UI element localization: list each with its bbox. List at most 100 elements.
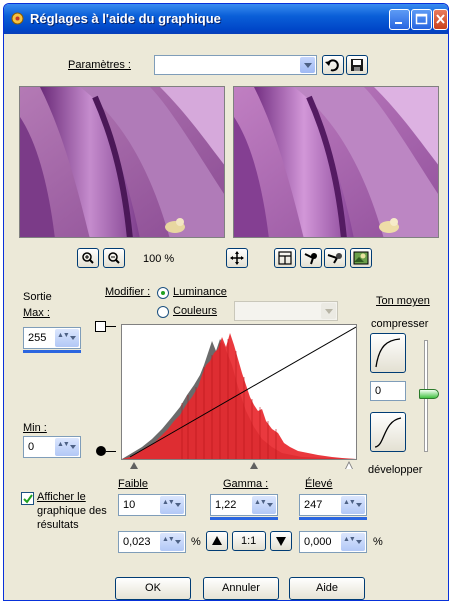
gamma-reset-button[interactable]: 1:1 bbox=[232, 531, 266, 551]
compress-label: compresser bbox=[371, 318, 429, 330]
compress-curve-icon bbox=[375, 338, 401, 368]
min-label: Min : bbox=[23, 422, 47, 434]
floppy-disk-icon bbox=[351, 59, 363, 71]
high-value: 247 bbox=[304, 499, 323, 511]
low-percent-arrows[interactable] bbox=[160, 533, 184, 551]
high-percent-sign: % bbox=[373, 536, 383, 548]
max-value: 255 bbox=[28, 332, 47, 344]
max-label: Max : bbox=[23, 307, 50, 319]
min-value: 0 bbox=[28, 441, 35, 453]
zoom-out-button[interactable] bbox=[103, 248, 125, 268]
gamma-input-slider[interactable] bbox=[250, 462, 258, 469]
high-label: Élevé bbox=[305, 478, 333, 490]
high-slider-fill bbox=[346, 463, 352, 469]
high-percent-value: 0,000 bbox=[304, 536, 332, 548]
close-button[interactable] bbox=[433, 9, 448, 30]
ratio-label: 1:1 bbox=[241, 535, 257, 547]
output-min-handle[interactable] bbox=[96, 446, 106, 456]
preview-original-image bbox=[20, 87, 224, 237]
close-icon bbox=[436, 14, 445, 24]
zoom-in-icon bbox=[82, 252, 94, 264]
max-spinner[interactable]: 255 bbox=[23, 327, 81, 349]
checkmark-icon bbox=[23, 494, 33, 504]
luminance-label[interactable]: Luminance bbox=[173, 286, 227, 298]
preview-result[interactable] bbox=[233, 86, 439, 238]
cancel-button[interactable]: Annuler bbox=[203, 577, 279, 600]
develop-curve-icon bbox=[374, 417, 402, 448]
gamma-spin-arrows[interactable] bbox=[252, 496, 276, 514]
low-percent-spinner[interactable]: 0,023 bbox=[118, 531, 186, 553]
maximize-icon bbox=[415, 13, 428, 25]
high-percent-arrows[interactable] bbox=[341, 533, 365, 551]
gamma-increase-button[interactable] bbox=[206, 531, 228, 551]
histogram-box[interactable] bbox=[121, 324, 357, 460]
low-label: Faible bbox=[118, 478, 148, 490]
show-graph-line2[interactable]: graphique des bbox=[37, 505, 107, 517]
radio-couleurs[interactable] bbox=[157, 306, 169, 318]
zoom-out-icon bbox=[108, 252, 120, 264]
gamma-spinner[interactable]: 1,22 bbox=[210, 494, 278, 516]
params-combo[interactable] bbox=[154, 55, 317, 75]
develop-label: développer bbox=[368, 464, 423, 476]
couleurs-label[interactable]: Couleurs bbox=[173, 305, 217, 317]
move-icon bbox=[230, 251, 244, 265]
low-spinner[interactable]: 10 bbox=[118, 494, 186, 516]
title-bar[interactable]: Réglages à l'aide du graphique bbox=[4, 4, 448, 34]
triangle-up-icon bbox=[212, 536, 222, 545]
high-underline bbox=[299, 517, 367, 520]
show-graph-line3[interactable]: résultats bbox=[37, 519, 79, 531]
show-graph-line1[interactable]: Afficher le bbox=[37, 491, 86, 503]
dialog-window: Réglages à l'aide du graphique Paramètre… bbox=[3, 3, 449, 601]
ok-button[interactable]: OK bbox=[115, 577, 191, 600]
compress-button[interactable] bbox=[370, 333, 406, 373]
zoom-level: 100 % bbox=[143, 253, 175, 265]
minimize-button[interactable] bbox=[389, 9, 410, 30]
high-spinner[interactable]: 247 bbox=[299, 494, 367, 516]
pick-gray-button[interactable] bbox=[324, 248, 346, 268]
modifier-label: Modifier : bbox=[105, 286, 151, 298]
output-max-line bbox=[106, 326, 116, 327]
color-channel-combo bbox=[234, 301, 338, 321]
preview-result-image bbox=[234, 87, 438, 237]
preview-toggle-icon bbox=[353, 251, 369, 265]
output-min-line bbox=[106, 451, 116, 452]
zoom-in-button[interactable] bbox=[77, 248, 99, 268]
low-input-slider[interactable] bbox=[130, 462, 138, 469]
pan-button[interactable] bbox=[226, 248, 248, 268]
output-max-handle[interactable] bbox=[95, 321, 106, 332]
min-spin-arrows[interactable] bbox=[55, 438, 79, 456]
ton-moyen-value: 0 bbox=[375, 385, 382, 397]
develop-button[interactable] bbox=[370, 412, 406, 452]
eyedropper-black-icon bbox=[304, 253, 317, 265]
preview-original[interactable] bbox=[19, 86, 225, 238]
window-title: Réglages à l'aide du graphique bbox=[30, 11, 221, 26]
eyedropper-gray-icon bbox=[327, 253, 342, 264]
chevron-down-icon[interactable] bbox=[300, 57, 315, 73]
max-spin-arrows[interactable] bbox=[55, 329, 79, 347]
reset-button[interactable] bbox=[322, 55, 344, 75]
maximize-button[interactable] bbox=[411, 9, 432, 30]
sortie-label: Sortie bbox=[23, 291, 52, 303]
ton-moyen-field[interactable]: 0 bbox=[370, 381, 406, 401]
reset-arrow-icon bbox=[325, 59, 339, 72]
help-button[interactable]: Aide bbox=[289, 577, 365, 600]
gamma-value: 1,22 bbox=[215, 499, 237, 511]
gamma-decrease-button[interactable] bbox=[270, 531, 292, 551]
gamma-label: Gamma : bbox=[223, 478, 269, 490]
params-label: Paramètres : bbox=[68, 59, 131, 71]
high-percent-spinner[interactable]: 0,000 bbox=[299, 531, 367, 553]
preview-toggle-button[interactable] bbox=[350, 248, 372, 268]
high-spin-arrows[interactable] bbox=[341, 496, 365, 514]
radio-luminance[interactable] bbox=[157, 287, 169, 299]
low-spin-arrows[interactable] bbox=[160, 496, 184, 514]
max-underline bbox=[23, 350, 81, 353]
ton-moyen-slider-thumb[interactable] bbox=[419, 389, 439, 399]
pick-black-button[interactable] bbox=[300, 248, 322, 268]
split-view-button[interactable] bbox=[274, 248, 296, 268]
min-spinner[interactable]: 0 bbox=[23, 436, 81, 458]
gamma-underline bbox=[210, 517, 278, 520]
show-graph-checkbox[interactable] bbox=[21, 492, 34, 505]
app-icon bbox=[11, 12, 24, 25]
save-button[interactable] bbox=[346, 55, 368, 75]
triangle-down-icon bbox=[276, 537, 286, 546]
